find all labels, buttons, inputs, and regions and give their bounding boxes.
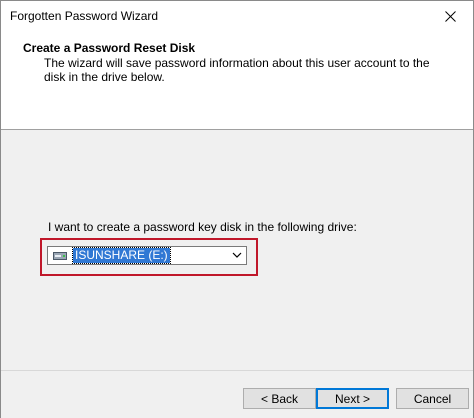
drive-icon — [53, 251, 67, 261]
drive-prompt-label: I want to create a password key disk in … — [48, 220, 357, 234]
page-title: Create a Password Reset Disk — [23, 41, 196, 55]
close-icon — [444, 10, 456, 22]
wizard-window: Forgotten Password Wizard Create a Passw… — [0, 0, 474, 418]
wizard-footer: < Back Next > Cancel — [1, 370, 473, 418]
back-button[interactable]: < Back — [243, 388, 316, 409]
wizard-content: I want to create a password key disk in … — [1, 130, 473, 370]
window-title: Forgotten Password Wizard — [10, 9, 159, 23]
title-bar: Forgotten Password Wizard — [1, 1, 473, 31]
close-button[interactable] — [427, 1, 473, 31]
selected-drive-value: ISUNSHARE (E:) — [72, 247, 171, 264]
cancel-button[interactable]: Cancel — [396, 388, 469, 409]
wizard-header: Create a Password Reset Disk The wizard … — [1, 31, 473, 130]
page-description: The wizard will save password informatio… — [44, 56, 430, 84]
next-button[interactable]: Next > — [316, 388, 389, 409]
chevron-down-icon — [232, 252, 242, 258]
drive-dropdown[interactable]: ISUNSHARE (E:) — [47, 246, 247, 265]
